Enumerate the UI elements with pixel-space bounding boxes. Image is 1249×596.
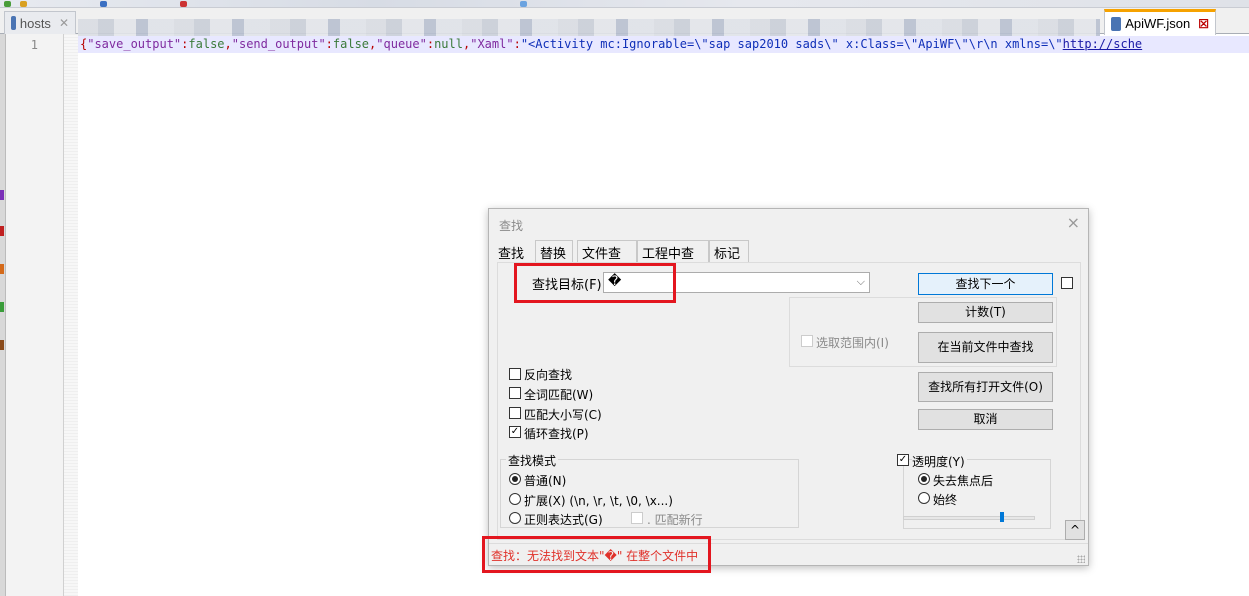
in-selection-checkbox[interactable] [801, 335, 813, 347]
close-icon[interactable]: ✕ [59, 16, 69, 30]
in-selection-label: 选取范围内(I) [816, 336, 889, 350]
transparency-on-lose-focus-radio[interactable] [918, 473, 930, 485]
count-button[interactable]: 计数(T) [918, 302, 1053, 323]
tab-find[interactable]: 查找 [493, 240, 531, 262]
tab-bar: hosts ✕ ApiWF.json ☒ [0, 8, 1249, 41]
transparency-on-lose-focus-label: 失去焦点后 [933, 474, 994, 488]
search-mode-title: 查找模式 [506, 452, 559, 469]
toolbar-icon[interactable] [20, 1, 27, 7]
toolbar-icon[interactable] [4, 1, 11, 7]
code-token: false [332, 37, 370, 51]
close-icon[interactable]: ☒ [1198, 17, 1209, 31]
tab-apiwf-json[interactable]: ApiWF.json ☒ [1104, 9, 1216, 35]
transparency-slider-thumb[interactable] [1000, 512, 1004, 522]
backward-label: 反向查找 [524, 368, 573, 382]
code-token: : [513, 37, 521, 51]
code-token: "queue" [376, 37, 427, 51]
mode-normal-radio[interactable] [509, 473, 521, 485]
mode-normal-label: 普通(N) [524, 474, 567, 488]
find-all-open-files-button[interactable]: 查找所有打开文件(O) [918, 372, 1053, 402]
mode-regex-radio[interactable] [509, 512, 521, 524]
code-token: false [188, 37, 225, 51]
tab-find-in-project[interactable]: 工程中查找 [637, 240, 709, 281]
toolbar [0, 0, 1249, 8]
transparency-checkbox[interactable]: ✓ [897, 454, 909, 466]
transparency-label: 透明度(Y) [912, 453, 967, 470]
find-dialog: 查找 × 查找 替换 文件查找 工程中查找 标记 查找目标(F)： � ⌵ 查找… [488, 208, 1089, 566]
backward-checkbox[interactable] [509, 368, 521, 380]
code-token: "Xaml" [470, 37, 514, 51]
file-icon [11, 16, 16, 30]
transparency-always-radio[interactable] [918, 492, 930, 504]
find-next-option-checkbox[interactable] [1061, 277, 1073, 289]
close-icon[interactable]: × [1067, 213, 1080, 232]
code-token: : [325, 37, 333, 51]
annotation-box-find-field [514, 263, 676, 303]
tab-mark[interactable]: 标记 [709, 240, 749, 262]
cancel-button[interactable]: 取消 [918, 409, 1053, 430]
mode-regex-label: 正则表达式(G) [524, 513, 603, 527]
tab-find-in-files[interactable]: 文件查找 [577, 240, 637, 281]
tab-label: hosts [19, 15, 51, 31]
code-token: "send_output" [231, 37, 326, 51]
chevron-down-icon[interactable]: ⌵ [857, 275, 865, 289]
wrap-around-checkbox[interactable]: ✓ [509, 426, 521, 438]
code-token: "save_output" [87, 37, 182, 51]
match-case-checkbox[interactable] [509, 407, 521, 419]
file-icon [1111, 16, 1122, 31]
mode-extended-label: 扩展(X) (\n, \r, \t, \0, \x...) [524, 494, 673, 508]
find-in-current-file-button[interactable]: 在当前文件中查找 [918, 332, 1053, 363]
line-number-gutter [6, 34, 64, 596]
whole-word-label: 全词匹配(W) [524, 388, 594, 402]
toolbar-icon[interactable] [520, 1, 527, 7]
collapse-button[interactable]: ^ [1065, 520, 1085, 540]
toolbar-icon[interactable] [100, 1, 107, 7]
wrap-around-label: 循环查找(P) [524, 427, 589, 441]
code-line[interactable]: {"save_output":false,"send_output":false… [80, 37, 1142, 52]
match-newline-label: . 匹配新行 [647, 513, 703, 527]
line-number: 1 [30, 38, 38, 52]
tab-hosts[interactable]: hosts ✕ [4, 11, 76, 34]
whole-word-checkbox[interactable] [509, 387, 521, 399]
toolbar-icon[interactable] [180, 1, 187, 7]
transparency-slider[interactable] [903, 516, 1035, 520]
find-next-button[interactable]: 查找下一个 [918, 273, 1053, 295]
tab-label: ApiWF.json [1125, 16, 1191, 31]
code-token: : [426, 37, 435, 51]
annotation-box-status [482, 536, 711, 573]
resize-grip-icon[interactable] [1077, 555, 1085, 563]
match-newline-checkbox[interactable] [631, 512, 643, 524]
code-token: "<Activity mc:Ignorable=\"sap sap2010 sa… [520, 37, 1063, 51]
fold-margin[interactable] [64, 34, 78, 596]
code-token: , [224, 37, 232, 51]
dialog-title: 查找 [499, 219, 524, 233]
code-token: http://sche [1062, 37, 1143, 51]
match-case-label: 匹配大小写(C) [524, 408, 602, 422]
tab-replace[interactable]: 替换 [535, 240, 573, 262]
mode-extended-radio[interactable] [509, 493, 521, 505]
transparency-always-label: 始终 [933, 493, 958, 507]
code-token: null [434, 37, 463, 51]
